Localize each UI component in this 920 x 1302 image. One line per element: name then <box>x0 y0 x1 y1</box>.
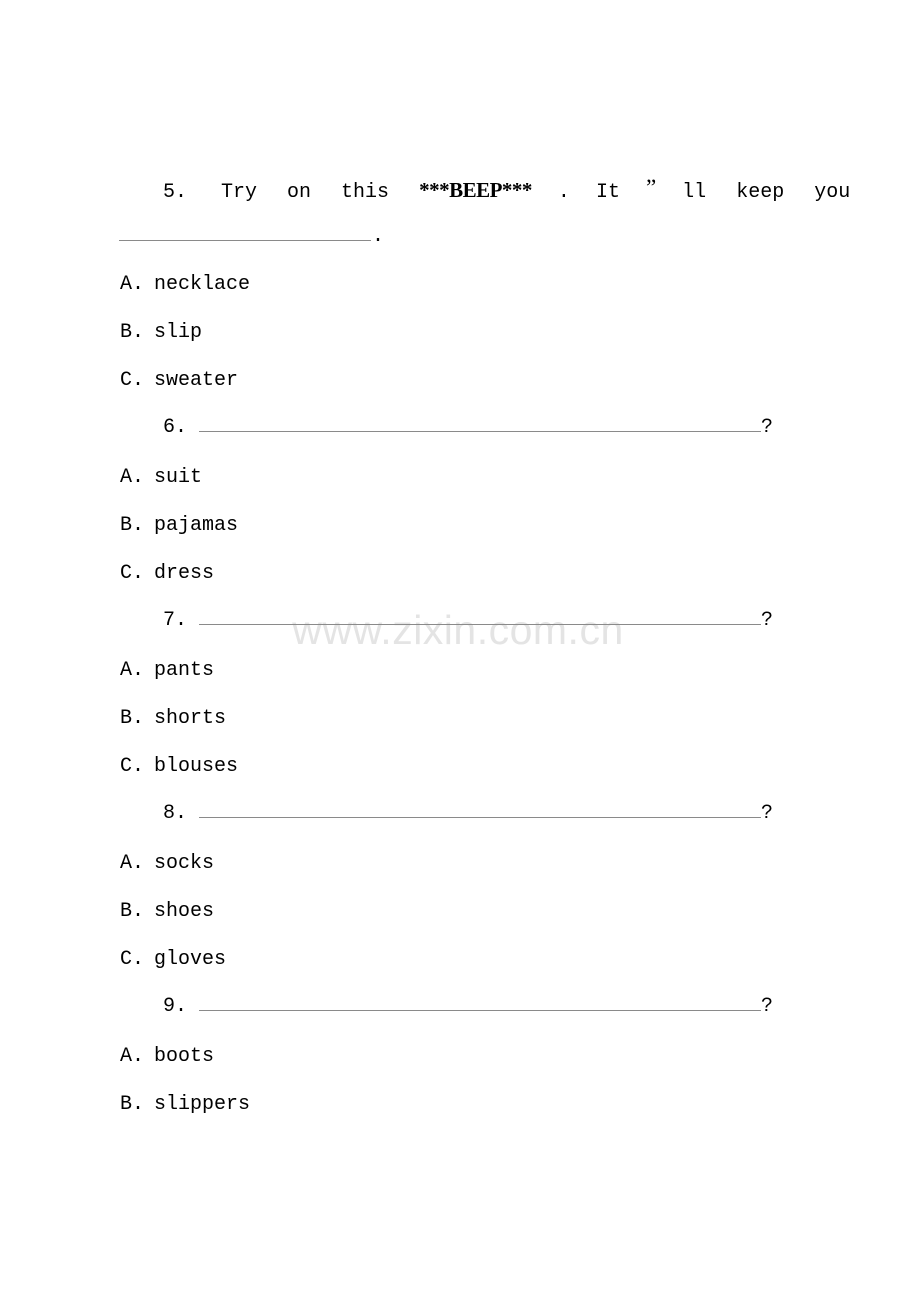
question-6-answer-blank[interactable] <box>199 415 761 432</box>
question-5-word-you: you <box>814 181 851 204</box>
option-text: dress <box>154 562 215 585</box>
question-5-stem-line-2: . <box>119 222 384 252</box>
option-letter: C. <box>120 562 145 585</box>
option-letter: A. <box>120 466 145 489</box>
question-7-option-c[interactable]: C. blouses <box>120 752 238 782</box>
option-letter: B. <box>120 514 145 537</box>
question-7-option-a[interactable]: A. pants <box>120 656 214 686</box>
document-page: www.zixin.com.cn 5. Try on this ***BEEP***. I… <box>0 0 920 1302</box>
option-text: sweater <box>154 369 239 392</box>
option-text: shoes <box>154 900 215 923</box>
question-7-option-b[interactable]: B. shorts <box>120 704 226 734</box>
question-5-option-b[interactable]: B. slip <box>120 318 202 348</box>
question-9-option-a[interactable]: A. boots <box>120 1042 214 1072</box>
question-5-redacted-word: ***BEEP*** <box>419 178 532 202</box>
option-text: necklace <box>154 273 251 296</box>
question-8-option-a[interactable]: A. socks <box>120 849 214 879</box>
question-5-answer-blank[interactable] <box>119 224 371 241</box>
option-text: suit <box>154 466 203 489</box>
question-5-double-quote: ” <box>645 175 657 200</box>
option-text: shorts <box>154 707 227 730</box>
question-6-option-b[interactable]: B. pajamas <box>120 511 238 541</box>
question-5-word-this: this <box>341 181 390 204</box>
option-letter: B. <box>120 1093 145 1116</box>
option-text: socks <box>154 852 215 875</box>
question-7-question-mark: ? <box>761 609 774 632</box>
question-8-stem: 8.? <box>163 799 773 829</box>
question-7-stem: 7.? <box>163 606 773 636</box>
option-letter: B. <box>120 321 145 344</box>
question-7-answer-blank[interactable] <box>199 608 761 625</box>
question-8-question-mark: ? <box>761 802 774 825</box>
option-letter: B. <box>120 900 145 923</box>
option-text: gloves <box>154 948 227 971</box>
option-letter: A. <box>120 659 145 682</box>
option-text: pajamas <box>154 514 239 537</box>
question-5-word-it: It <box>595 181 620 204</box>
question-9-answer-blank[interactable] <box>199 994 761 1011</box>
question-5-option-c[interactable]: C. sweater <box>120 366 238 396</box>
question-6-option-c[interactable]: C. dress <box>120 559 214 589</box>
option-text: slippers <box>154 1093 251 1116</box>
option-letter: C. <box>120 755 145 778</box>
question-7-number: 7. <box>163 609 188 632</box>
question-8-answer-blank[interactable] <box>199 801 761 818</box>
question-6-stem: 6.? <box>163 413 773 443</box>
question-6-option-a[interactable]: A. suit <box>120 463 202 493</box>
question-8-number: 8. <box>163 802 188 825</box>
question-8-option-c[interactable]: C. gloves <box>120 945 226 975</box>
question-9-question-mark: ? <box>761 995 774 1018</box>
option-text: slip <box>154 321 203 344</box>
question-9-number: 9. <box>163 995 188 1018</box>
option-letter: C. <box>120 369 145 392</box>
option-letter: C. <box>120 948 145 971</box>
question-5-word-try: Try <box>221 181 258 204</box>
question-5-stem-line-1: 5. Try on this ***BEEP***. It ” ll keep you <box>163 173 850 208</box>
question-5-option-a[interactable]: A. necklace <box>120 270 250 300</box>
question-5-word-on: on <box>287 181 312 204</box>
option-text: blouses <box>154 755 239 778</box>
option-letter: A. <box>120 852 145 875</box>
option-text: boots <box>154 1045 215 1068</box>
question-9-option-b[interactable]: B. slippers <box>120 1090 250 1120</box>
question-5-number: 5. <box>163 181 188 204</box>
question-5-word-ll: ll <box>682 181 707 204</box>
question-9-stem: 9.? <box>163 992 773 1022</box>
option-letter: A. <box>120 1045 145 1068</box>
question-6-question-mark: ? <box>761 416 774 439</box>
question-8-option-b[interactable]: B. shoes <box>120 897 214 927</box>
question-6-number: 6. <box>163 416 188 439</box>
question-5-end-period: . <box>372 225 385 248</box>
question-5-word-keep: keep <box>736 181 785 204</box>
option-letter: A. <box>120 273 145 296</box>
question-5-period: . <box>557 181 570 204</box>
option-letter: B. <box>120 707 145 730</box>
option-text: pants <box>154 659 215 682</box>
